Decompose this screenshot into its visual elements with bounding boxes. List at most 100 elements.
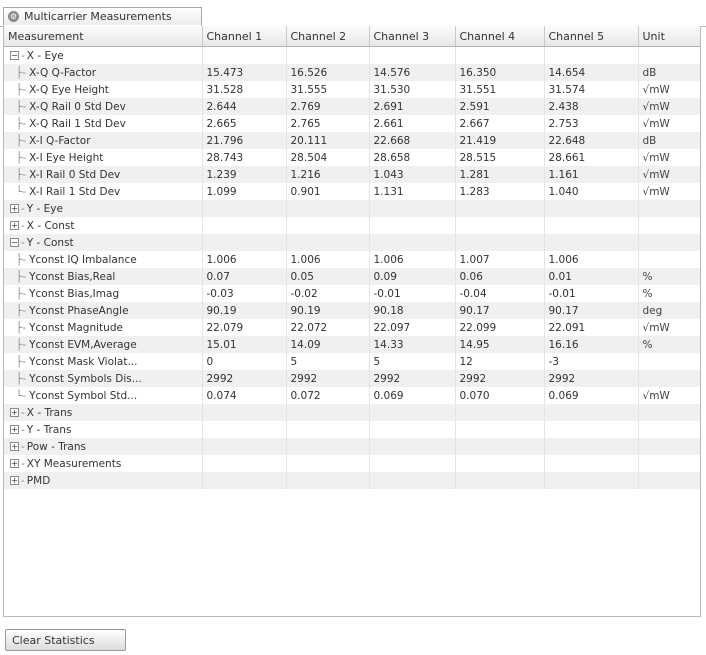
measurement-row[interactable]: ├- X-I Rail 0 Std Dev 1.239 1.216 1.043 1.281… xyxy=(4,166,700,183)
empty-cell xyxy=(202,234,287,251)
measurement-name-cell: ├- X-I Q-Factor xyxy=(4,132,203,149)
measurement-row[interactable]: └- Yconst Symbol Std... 0.074 0.072 0.069 0.0… xyxy=(4,387,700,404)
channel-1-value: 2.665 xyxy=(202,115,287,132)
expand-icon[interactable]: + xyxy=(10,408,19,417)
tree-group-row[interactable]: + - Pow - Trans xyxy=(4,438,700,455)
col-header-channel-1[interactable]: Channel 1 xyxy=(202,26,287,47)
col-header-unit[interactable]: Unit xyxy=(638,26,700,47)
empty-cell xyxy=(455,200,545,217)
empty-cell xyxy=(369,46,456,64)
measurement-row[interactable]: ├- Yconst PhaseAngle 90.19 90.19 90.18 90.17 9… xyxy=(4,302,700,319)
measurement-row[interactable]: ├- Yconst Bias,Imag -0.03 -0.02 -0.01 -0.04 -0… xyxy=(4,285,700,302)
expand-icon[interactable]: + xyxy=(10,459,19,468)
channel-3-value: 0.069 xyxy=(369,387,456,404)
channel-3-value: 28.658 xyxy=(369,149,456,166)
channel-5-value: 22.648 xyxy=(544,132,639,149)
tree-branch-icon: ├- xyxy=(16,253,27,266)
measurement-row[interactable]: ├- X-I Eye Height 28.743 28.504 28.658 28.515… xyxy=(4,149,700,166)
channel-3-value: 1.043 xyxy=(369,166,456,183)
empty-cell xyxy=(369,472,456,489)
expand-icon[interactable]: + xyxy=(10,442,19,451)
measurement-name-cell: ├- Yconst Bias,Imag xyxy=(4,285,203,302)
unit-cell: √mW xyxy=(638,166,700,183)
channel-3-value: 14.33 xyxy=(369,336,456,353)
measurement-label: Yconst Mask Violat... xyxy=(29,355,138,368)
collapse-icon[interactable]: − xyxy=(10,51,19,60)
measurement-name-cell: ├- Yconst Symbols Dis... xyxy=(4,370,203,387)
measurement-row[interactable]: ├- X-Q Q-Factor 15.473 16.526 14.576 16.350 14… xyxy=(4,64,700,81)
measurement-label: X-I Q-Factor xyxy=(29,134,91,147)
measurement-row[interactable]: ├- Yconst Magnitude 22.079 22.072 22.097 22.0… xyxy=(4,319,700,336)
channel-4-value: 1.281 xyxy=(455,166,545,183)
tree-group-row[interactable]: − - Y - Const xyxy=(4,234,700,251)
tree-group-row[interactable]: + - PMD xyxy=(4,472,700,489)
tree-branch-icon: ├- xyxy=(16,304,27,317)
empty-cell xyxy=(202,472,287,489)
empty-cell xyxy=(202,421,287,438)
tab-multicarrier-measurements[interactable]: ⚙ Multicarrier Measurements xyxy=(3,7,202,26)
clear-statistics-button[interactable]: Clear Statistics xyxy=(5,629,126,651)
channel-4-value: 1.283 xyxy=(455,183,545,200)
measurement-row[interactable]: ├- X-I Q-Factor 21.796 20.111 22.668 21.419 22… xyxy=(4,132,700,149)
measurement-name-cell: └- Yconst Symbol Std... xyxy=(4,387,203,404)
measurement-row[interactable]: ├- Yconst EVM,Average 15.01 14.09 14.33 14.95… xyxy=(4,336,700,353)
channel-1-value: 1.006 xyxy=(202,251,287,268)
channel-4-value: 28.515 xyxy=(455,149,545,166)
measurement-row[interactable]: ├- X-Q Eye Height 31.528 31.555 31.530 31.551… xyxy=(4,81,700,98)
measurement-row[interactable]: ├- Yconst Mask Violat... 0 5 5 12 -3 xyxy=(4,353,700,370)
empty-cell xyxy=(638,455,700,472)
collapse-icon[interactable]: − xyxy=(10,238,19,247)
tree-branch-icon: ├- xyxy=(16,151,27,164)
channel-3-value: 2992 xyxy=(369,370,456,387)
channel-2-value: 20.111 xyxy=(286,132,370,149)
tree-group-row[interactable]: + - Y - Eye xyxy=(4,200,700,217)
measurement-label: X-I Rail 0 Std Dev xyxy=(29,168,121,181)
measurement-label: X-Q Rail 0 Std Dev xyxy=(29,100,126,113)
group-label: X - Trans xyxy=(26,406,73,419)
measurement-label: Yconst Bias,Real xyxy=(29,270,116,283)
tree-group-row[interactable]: − - X - Eye xyxy=(4,46,700,64)
group-cell: + - PMD xyxy=(4,472,203,489)
empty-cell xyxy=(286,472,370,489)
measurement-row[interactable]: ├- Yconst Symbols Dis... 2992 2992 2992 2992 2… xyxy=(4,370,700,387)
col-header-measurement[interactable]: Measurement xyxy=(4,26,203,47)
tree-group-row[interactable]: + - XY Measurements xyxy=(4,455,700,472)
tree-group-row[interactable]: + - Y - Trans xyxy=(4,421,700,438)
tree-group-row[interactable]: + - X - Const xyxy=(4,217,700,234)
channel-4-value: 21.419 xyxy=(455,132,545,149)
channel-1-value: 0.07 xyxy=(202,268,287,285)
expand-icon[interactable]: + xyxy=(10,204,19,213)
measurement-row[interactable]: ├- Yconst IQ Imbalance 1.006 1.006 1.006 1.00… xyxy=(4,251,700,268)
measurement-name-cell: ├- X-Q Rail 0 Std Dev xyxy=(4,98,203,115)
col-header-channel-2[interactable]: Channel 2 xyxy=(286,26,370,47)
tree-connector-icon: - xyxy=(21,457,25,470)
channel-4-value: 0.06 xyxy=(455,268,545,285)
measurement-row[interactable]: ├- X-Q Rail 1 Std Dev 2.665 2.765 2.661 2.667… xyxy=(4,115,700,132)
channel-3-value: 14.576 xyxy=(369,64,456,81)
expand-icon[interactable]: + xyxy=(10,425,19,434)
group-label: Y - Eye xyxy=(26,202,63,215)
measurement-row[interactable]: ├- Yconst Bias,Real 0.07 0.05 0.09 0.06 0.01% xyxy=(4,268,700,285)
tree-group-row[interactable]: + - X - Trans xyxy=(4,404,700,421)
measurement-row[interactable]: └- X-I Rail 1 Std Dev 1.099 0.901 1.131 1.283… xyxy=(4,183,700,200)
channel-3-value: 0.09 xyxy=(369,268,456,285)
channel-1-value: 22.079 xyxy=(202,319,287,336)
col-header-channel-3[interactable]: Channel 3 xyxy=(369,26,456,47)
expand-icon[interactable]: + xyxy=(10,221,19,230)
channel-1-value: 0 xyxy=(202,353,287,370)
channel-3-value: 1.131 xyxy=(369,183,456,200)
col-header-channel-5[interactable]: Channel 5 xyxy=(544,26,639,47)
measurement-label: X-I Rail 1 Std Dev xyxy=(29,185,121,198)
empty-cell xyxy=(369,234,456,251)
expand-icon[interactable]: + xyxy=(10,476,19,485)
channel-3-value: 22.097 xyxy=(369,319,456,336)
tree-connector-icon: - xyxy=(21,423,25,436)
channel-5-value: 1.006 xyxy=(544,251,639,268)
group-cell: − - Y - Const xyxy=(4,234,203,251)
group-cell: + - Y - Trans xyxy=(4,421,203,438)
empty-cell xyxy=(455,455,545,472)
unit-cell: √mW xyxy=(638,387,700,404)
channel-5-value: 28.661 xyxy=(544,149,639,166)
col-header-channel-4[interactable]: Channel 4 xyxy=(455,26,545,47)
measurement-row[interactable]: ├- X-Q Rail 0 Std Dev 2.644 2.769 2.691 2.591… xyxy=(4,98,700,115)
